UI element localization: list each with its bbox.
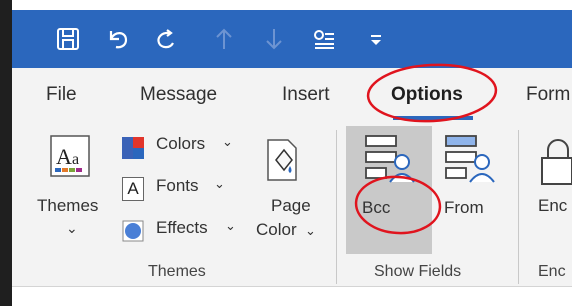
page-color-icon bbox=[262, 136, 302, 184]
effects-label: Effects bbox=[156, 218, 208, 237]
group-separator-2 bbox=[518, 130, 519, 284]
svg-text:A: A bbox=[56, 144, 72, 169]
up-arrow-icon[interactable] bbox=[210, 25, 238, 53]
svg-text:a: a bbox=[72, 151, 79, 168]
effects-button[interactable]: Effects ⌄ bbox=[122, 218, 242, 246]
window-left-edge bbox=[0, 0, 12, 306]
tab-options[interactable]: Options bbox=[391, 82, 463, 108]
themes-label: Themes bbox=[37, 196, 99, 215]
effects-dropdown-icon: ⌄ bbox=[225, 218, 236, 233]
fonts-label: Fonts bbox=[156, 176, 199, 195]
colors-label: Colors bbox=[156, 134, 206, 153]
undo-icon[interactable] bbox=[104, 25, 132, 53]
page-color-dropdown-icon: ⌄ bbox=[305, 223, 316, 238]
tab-format[interactable]: Form bbox=[526, 82, 570, 108]
bcc-icon bbox=[362, 132, 416, 186]
from-label: From bbox=[444, 198, 484, 217]
fonts-dropdown-icon: ⌄ bbox=[214, 176, 225, 191]
encrypt-label: Enc bbox=[538, 196, 568, 215]
ribbon-tabs: File Message Insert Options Form bbox=[12, 68, 572, 124]
encrypt-group-label: Enc bbox=[538, 263, 566, 280]
tab-file[interactable]: File bbox=[46, 82, 77, 108]
colors-icon bbox=[122, 137, 144, 159]
encrypt-button[interactable]: Enc bbox=[530, 130, 572, 250]
tab-message[interactable]: Message bbox=[140, 82, 217, 108]
save-icon[interactable] bbox=[54, 25, 82, 53]
colors-dropdown-icon: ⌄ bbox=[222, 134, 233, 149]
title-bar bbox=[12, 10, 572, 68]
themes-icon: A a bbox=[48, 134, 92, 178]
group-separator bbox=[336, 130, 337, 284]
page-color-label-line1: Page bbox=[271, 196, 311, 215]
touch-mode-icon[interactable] bbox=[310, 25, 338, 53]
lock-icon bbox=[538, 138, 572, 186]
effects-icon bbox=[122, 220, 144, 242]
fonts-button[interactable]: A Fonts ⌄ bbox=[122, 176, 242, 204]
cropped-top-strip bbox=[0, 0, 572, 10]
redo-icon[interactable] bbox=[152, 25, 180, 53]
colors-button[interactable]: Colors ⌄ bbox=[122, 134, 242, 162]
themes-group-label: Themes bbox=[148, 263, 206, 280]
customize-qat-icon[interactable] bbox=[362, 25, 390, 53]
fonts-icon: A bbox=[122, 177, 144, 201]
from-button[interactable]: From bbox=[434, 126, 504, 254]
active-tab-indicator bbox=[393, 116, 473, 120]
message-body-area[interactable] bbox=[12, 286, 572, 307]
down-arrow-icon[interactable] bbox=[260, 25, 288, 53]
page-color-label-line2: Color bbox=[256, 220, 297, 239]
bcc-label: Bcc bbox=[362, 198, 391, 217]
bcc-button[interactable]: Bcc bbox=[346, 126, 432, 254]
tab-insert[interactable]: Insert bbox=[282, 82, 330, 108]
from-icon bbox=[442, 132, 496, 186]
show-fields-group-label: Show Fields bbox=[374, 263, 462, 280]
themes-dropdown-icon[interactable]: ⌄ bbox=[66, 220, 78, 237]
